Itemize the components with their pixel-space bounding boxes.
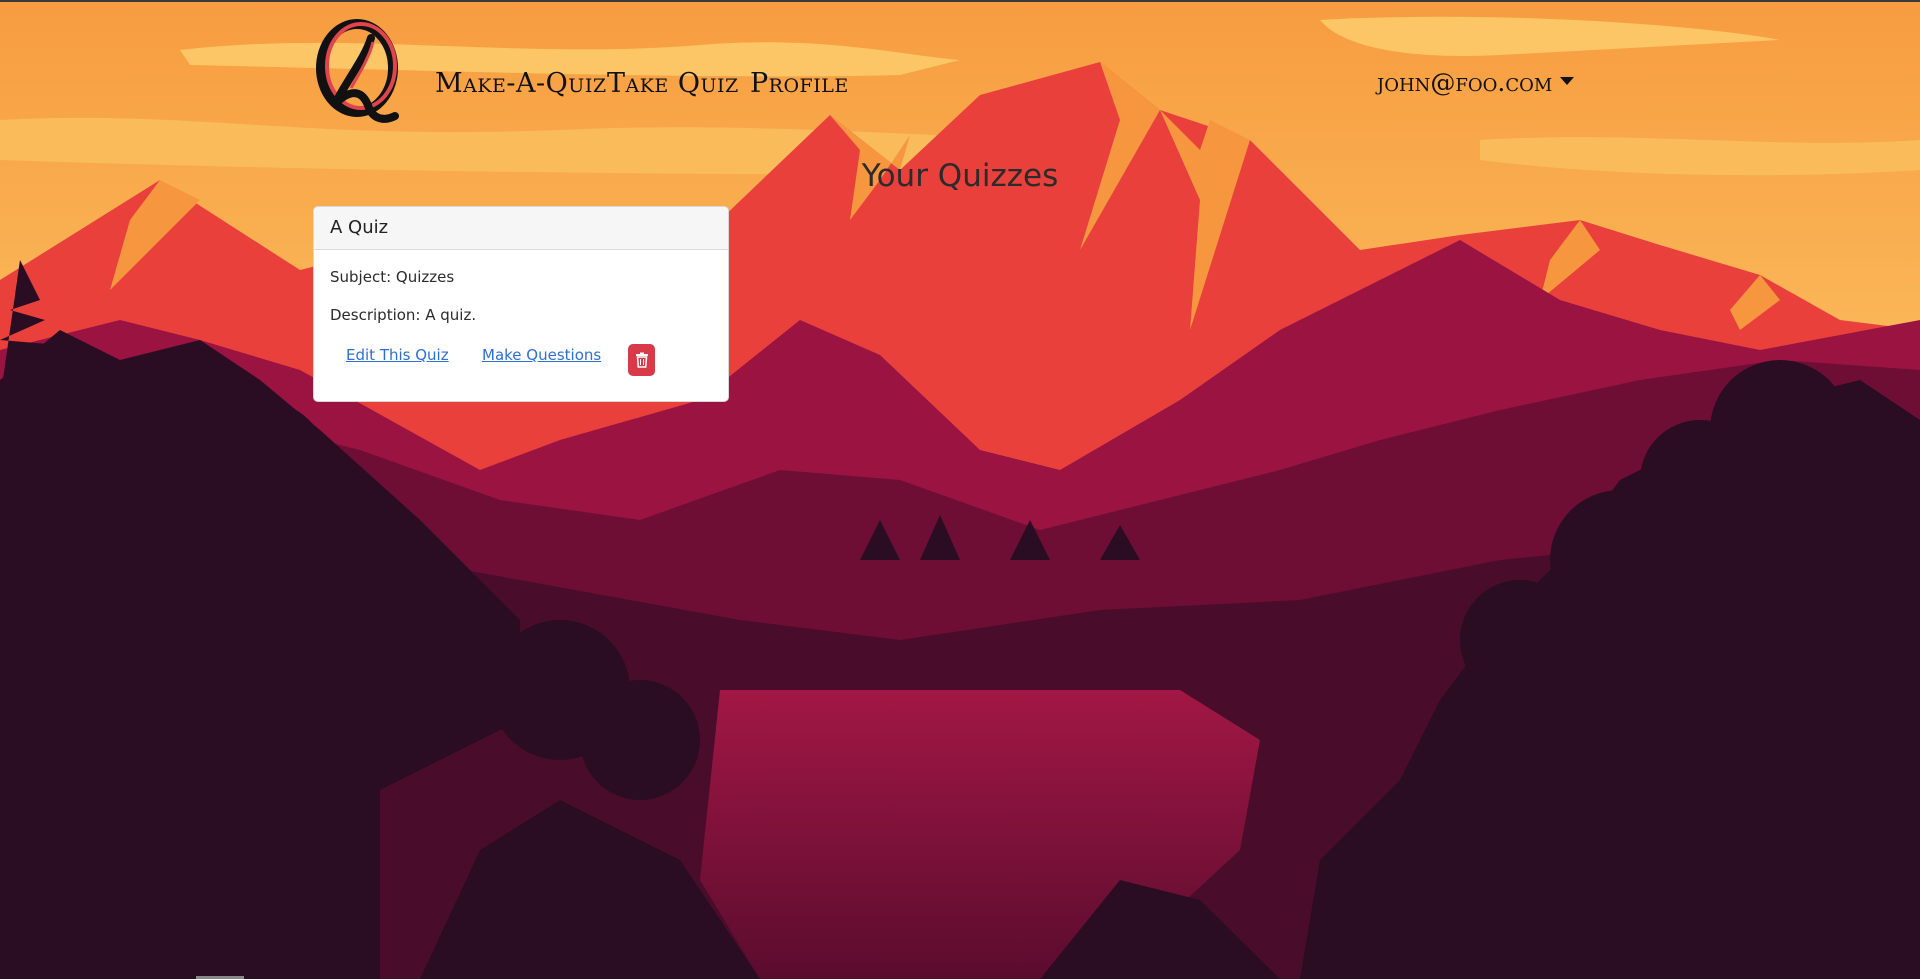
caret-down-icon [1560,77,1575,85]
window-top-border [0,0,1920,2]
background-landscape-image [0,0,1920,979]
trash-icon [635,352,648,368]
navbar: Make-A-Quiz Take Quiz Profile john@foo.c… [313,14,1613,134]
quiz-card-title: A Quiz [314,207,728,250]
quiz-card-actions: Edit This Quiz Make Questions [330,344,712,378]
nav-make-a-quiz[interactable]: Make-A-Quiz [435,68,607,99]
edit-quiz-link[interactable]: Edit This Quiz [346,346,449,364]
quiz-q-logo-icon[interactable] [313,18,409,130]
delete-quiz-button[interactable] [628,344,655,376]
quiz-card: A Quiz Subject: Quizzes Description: A q… [313,206,729,402]
user-menu-dropdown[interactable]: john@foo.com [1377,68,1575,97]
nav-profile[interactable]: Profile [750,68,849,99]
quiz-card-body: Subject: Quizzes Description: A quiz. Ed… [314,250,728,390]
make-questions-link[interactable]: Make Questions [482,346,601,364]
quiz-subject: Subject: Quizzes [330,268,455,286]
user-email: john@foo.com [1377,68,1553,97]
quiz-description: Description: A quiz. [330,306,477,324]
nav-take-quiz[interactable]: Take Quiz [607,68,739,99]
page-title: Your Quizzes [861,158,1059,194]
